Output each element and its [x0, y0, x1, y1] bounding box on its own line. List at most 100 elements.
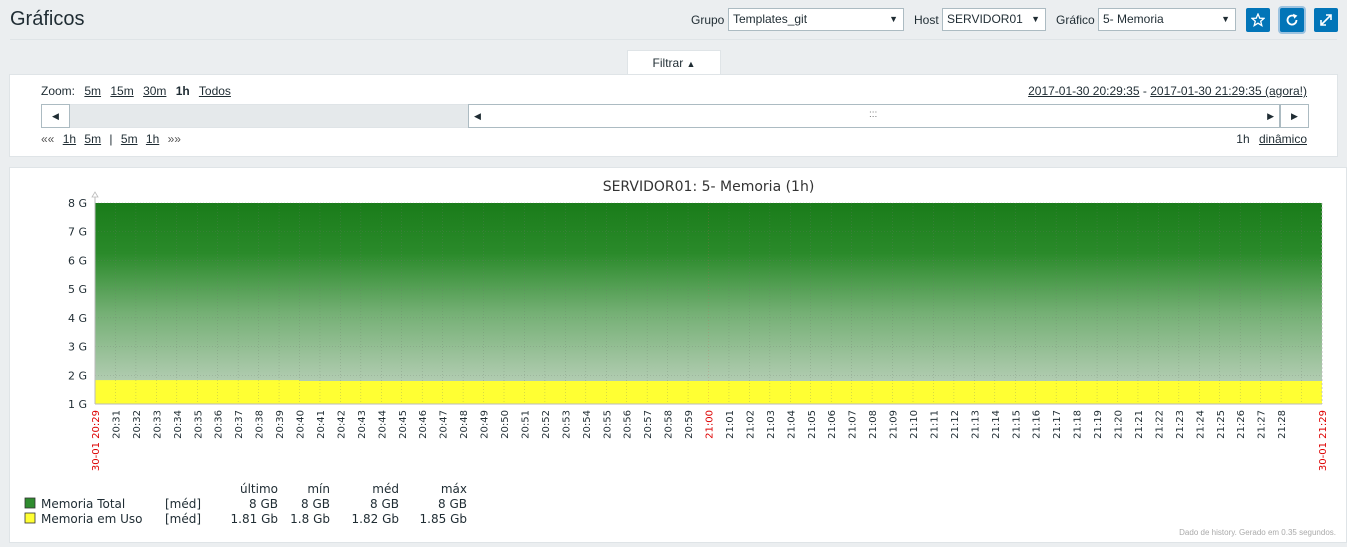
x-tick-label: 20:36 [214, 410, 225, 439]
x-tick-label: 21:12 [950, 410, 961, 439]
x-tick-label: 21:07 [848, 410, 859, 439]
y-tick-label: 1 G [68, 398, 87, 411]
filter-tab[interactable]: Filtrar ▲ [627, 50, 721, 75]
zoom-30m[interactable]: 30m [143, 84, 166, 98]
legend-series-name: Memoria em Uso [41, 512, 142, 526]
x-tick-label: 20:46 [418, 410, 429, 439]
dynamic-toggle[interactable]: dinâmico [1259, 132, 1307, 146]
x-tick-label: 20:34 [173, 410, 184, 439]
x-tick-label: 21:20 [1114, 410, 1125, 439]
graph-select-value: 5- Memoria [1103, 12, 1164, 26]
x-tick-label: 20:38 [255, 410, 266, 439]
period-start[interactable]: 2017-01-30 20:29:35 [1028, 84, 1139, 98]
x-tick-label: 21:18 [1073, 410, 1084, 439]
nav-forward-5m[interactable]: 5m [121, 132, 138, 146]
x-tick-label: 20:42 [336, 410, 347, 439]
zoom-5m[interactable]: 5m [84, 84, 101, 98]
nav-forward-1h[interactable]: 1h [146, 132, 159, 146]
triangle-up-icon: ▲ [686, 59, 696, 69]
y-tick-label: 4 G [68, 312, 87, 325]
period-end[interactable]: 2017-01-30 21:29:35 (agora!) [1150, 84, 1307, 98]
legend-value: 8 GB [301, 497, 330, 511]
x-tick-label: 20:50 [500, 410, 511, 439]
period-navigation: «« 1h 5m | 5m 1h »» [41, 132, 186, 146]
legend-value: 1.82 Gb [352, 512, 399, 526]
x-tick-label: 21:21 [1134, 410, 1145, 439]
legend-header: último [240, 482, 278, 496]
x-tick-label: 20:31 [111, 410, 122, 439]
group-select[interactable]: Templates_git ▼ [728, 8, 904, 31]
group-label: Grupo [691, 13, 725, 27]
legend-value: 8 GB [249, 497, 278, 511]
zoom-label: Zoom: [41, 84, 76, 98]
filter-panel: Zoom: 5m 15m 30m 1h Todos 2017-01-30 20:… [9, 74, 1338, 157]
x-tick-label: 21:26 [1236, 410, 1247, 439]
period-mode: 1h dinâmico [1236, 132, 1307, 146]
legend-value: 8 GB [370, 497, 399, 511]
x-tick-label: 20:53 [561, 410, 572, 439]
x-tick-label: 21:15 [1011, 410, 1022, 439]
legend-header: máx [441, 482, 467, 496]
group-select-value: Templates_git [733, 12, 808, 26]
x-tick-label: 20:57 [643, 410, 654, 439]
page-title: Gráficos [10, 8, 85, 30]
nav-separator: | [109, 132, 113, 146]
legend-header: mín [307, 482, 330, 496]
scroll-left-button[interactable]: ◀ [41, 104, 70, 128]
legend-function: [méd] [165, 497, 201, 511]
x-tick-label: 21:13 [970, 410, 981, 439]
chevron-down-icon: ▼ [1221, 14, 1230, 24]
resize-right-handle-icon[interactable]: ▶ [1267, 105, 1274, 127]
x-tick-label: 21:17 [1052, 410, 1063, 439]
x-tick-label: 20:44 [377, 410, 388, 439]
x-tick-label: 21:24 [1195, 410, 1206, 439]
chevron-down-icon: ▼ [1031, 14, 1040, 24]
x-tick-label: 20:40 [296, 410, 307, 439]
legend-value: 1.81 Gb [231, 512, 278, 526]
x-tick-label: 21:03 [766, 410, 777, 439]
y-tick-label: 5 G [68, 283, 87, 296]
x-tick-label: 21:08 [868, 410, 879, 439]
graph-title: SERVIDOR01: 5- Memoria (1h) [603, 179, 815, 195]
scroll-right-button[interactable]: ▶ [1280, 104, 1309, 128]
refresh-button[interactable] [1280, 8, 1304, 32]
x-tick-label: 21:25 [1216, 410, 1227, 439]
zoom-15m[interactable]: 15m [110, 84, 133, 98]
fullscreen-icon [1320, 14, 1332, 26]
x-tick-label: 21:02 [745, 410, 756, 439]
favorite-button[interactable] [1246, 8, 1270, 32]
x-tick-label: 20:35 [193, 410, 204, 439]
period-range: 2017-01-30 20:29:35 - 2017-01-30 21:29:3… [1028, 84, 1307, 98]
x-tick-label: 21:16 [1032, 410, 1043, 439]
graph-select[interactable]: 5- Memoria ▼ [1098, 8, 1236, 31]
x-tick-label: 20:41 [316, 410, 327, 439]
header-divider [10, 39, 1337, 40]
x-tick-label: 21:10 [909, 410, 920, 439]
nav-back-5m[interactable]: 5m [84, 132, 101, 146]
nav-back-1h[interactable]: 1h [63, 132, 76, 146]
refresh-icon [1286, 13, 1298, 26]
y-tick-label: 6 G [68, 254, 87, 267]
legend-value: 1.8 Gb [290, 512, 330, 526]
graph-label: Gráfico [1056, 13, 1095, 27]
host-select[interactable]: SERVIDOR01 ▼ [942, 8, 1046, 31]
triangle-right-icon: ▶ [1291, 111, 1298, 121]
y-tick-label: 2 G [68, 369, 87, 382]
graph-footnote: Dado de history. Gerado em 0.35 segundos… [1179, 528, 1336, 537]
star-icon [1251, 13, 1265, 27]
graph-chart[interactable]: SERVIDOR01: 5- Memoria (1h) 8 G 7 G 6 G 5 G 4… [10, 168, 1346, 542]
resize-left-handle-icon[interactable]: ◀ [474, 105, 481, 127]
timeline-scroll-thumb[interactable]: ◀ ::: ▶ [468, 104, 1280, 128]
host-select-value: SERVIDOR01 [947, 12, 1023, 26]
x-tick-label: 21:06 [827, 410, 838, 439]
legend-header: méd [372, 482, 399, 496]
period-separator: - [1142, 84, 1147, 98]
x-tick-label: 21:00 [705, 410, 716, 439]
zoom-row: Zoom: 5m 15m 30m 1h Todos [41, 84, 237, 98]
x-tick-label: 20:51 [520, 410, 531, 439]
zoom-1h[interactable]: 1h [176, 84, 190, 98]
zoom-all[interactable]: Todos [199, 84, 231, 98]
legend-function: [méd] [165, 512, 201, 526]
y-tick-label: 3 G [68, 341, 87, 354]
fullscreen-button[interactable] [1314, 8, 1338, 32]
